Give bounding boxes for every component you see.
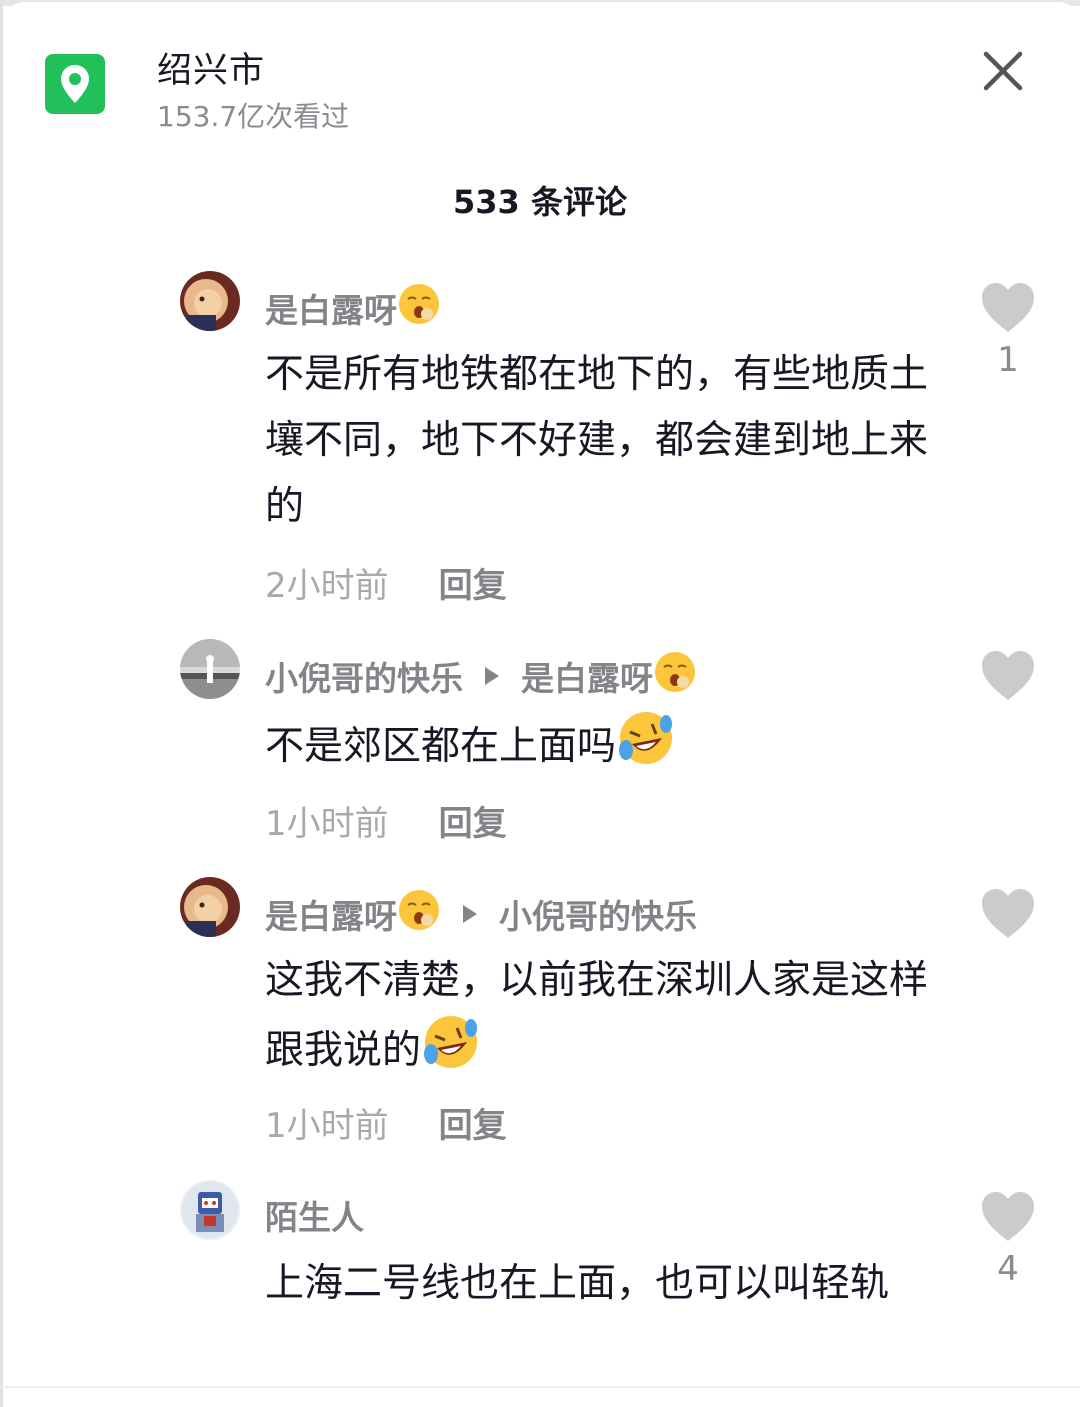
- username[interactable]: 小倪哥的快乐: [265, 652, 463, 700]
- comment-author[interactable]: 是白露呀 小倪哥的快乐: [265, 888, 697, 940]
- reply-arrow-icon: [463, 905, 477, 923]
- heart-icon[interactable]: [980, 650, 1036, 702]
- yawn-emoji: [397, 282, 441, 334]
- comment-text-content: 这我不清楚，以前我在深圳人家是这样跟我说的: [265, 958, 929, 1073]
- yawn-emoji: [653, 650, 697, 702]
- view-count: 153.7亿次看过: [157, 100, 350, 133]
- comment-count: 533 条评论: [453, 183, 627, 221]
- rolling-laugh-emoji: [421, 1014, 481, 1091]
- reply-button[interactable]: 回复: [439, 1106, 507, 1146]
- username[interactable]: 是白露呀: [265, 890, 397, 938]
- comment-time: 1小时前: [265, 1106, 389, 1146]
- avatar[interactable]: [180, 271, 240, 331]
- avatar[interactable]: [180, 639, 240, 699]
- reply-to-username[interactable]: 是白露呀: [521, 652, 653, 700]
- comment-time: 1小时前: [265, 804, 389, 844]
- username[interactable]: 陌生人: [265, 1191, 364, 1239]
- like-count: 4: [997, 1249, 1019, 1289]
- like-count: 1: [997, 340, 1019, 380]
- comment-author[interactable]: 小倪哥的快乐 是白露呀: [265, 650, 697, 702]
- reply-to-username[interactable]: 小倪哥的快乐: [499, 890, 697, 938]
- yawn-emoji: [397, 888, 441, 940]
- comment-author[interactable]: 是白露呀: [265, 282, 441, 334]
- reply-button[interactable]: 回复: [439, 804, 507, 844]
- heart-icon[interactable]: [980, 888, 1036, 940]
- heart-icon[interactable]: [980, 1191, 1036, 1243]
- comment-meta: 1小时前 回复: [265, 796, 507, 845]
- map-pin-icon[interactable]: [45, 54, 105, 114]
- comment-text: 这我不清楚，以前我在深圳人家是这样跟我说的: [265, 948, 945, 1091]
- close-icon[interactable]: [982, 50, 1024, 92]
- username[interactable]: 是白露呀: [265, 284, 397, 332]
- location-title[interactable]: 绍兴市: [157, 42, 265, 93]
- comment-meta: 1小时前 回复: [265, 1098, 507, 1147]
- comment-meta: 2小时前 回复: [265, 558, 507, 607]
- heart-icon[interactable]: [980, 282, 1036, 334]
- comment-author[interactable]: 陌生人: [265, 1191, 364, 1239]
- comment-text: 不是郊区都在上面吗: [265, 710, 945, 787]
- avatar[interactable]: [180, 1180, 240, 1240]
- divider: [0, 1386, 1080, 1388]
- rolling-laugh-emoji: [616, 710, 676, 787]
- comment-text: 上海二号线也在上面，也可以叫轻轨: [265, 1261, 890, 1306]
- avatar[interactable]: [180, 877, 240, 937]
- reply-button[interactable]: 回复: [439, 566, 507, 606]
- comment-text: 不是所有地铁都在地下的，有些地质土壤不同，地下不好建，都会建到地上来的: [265, 352, 929, 529]
- reply-arrow-icon: [485, 667, 499, 685]
- comment-time: 2小时前: [265, 566, 389, 606]
- comment-text-content: 不是郊区都在上面吗: [265, 724, 617, 769]
